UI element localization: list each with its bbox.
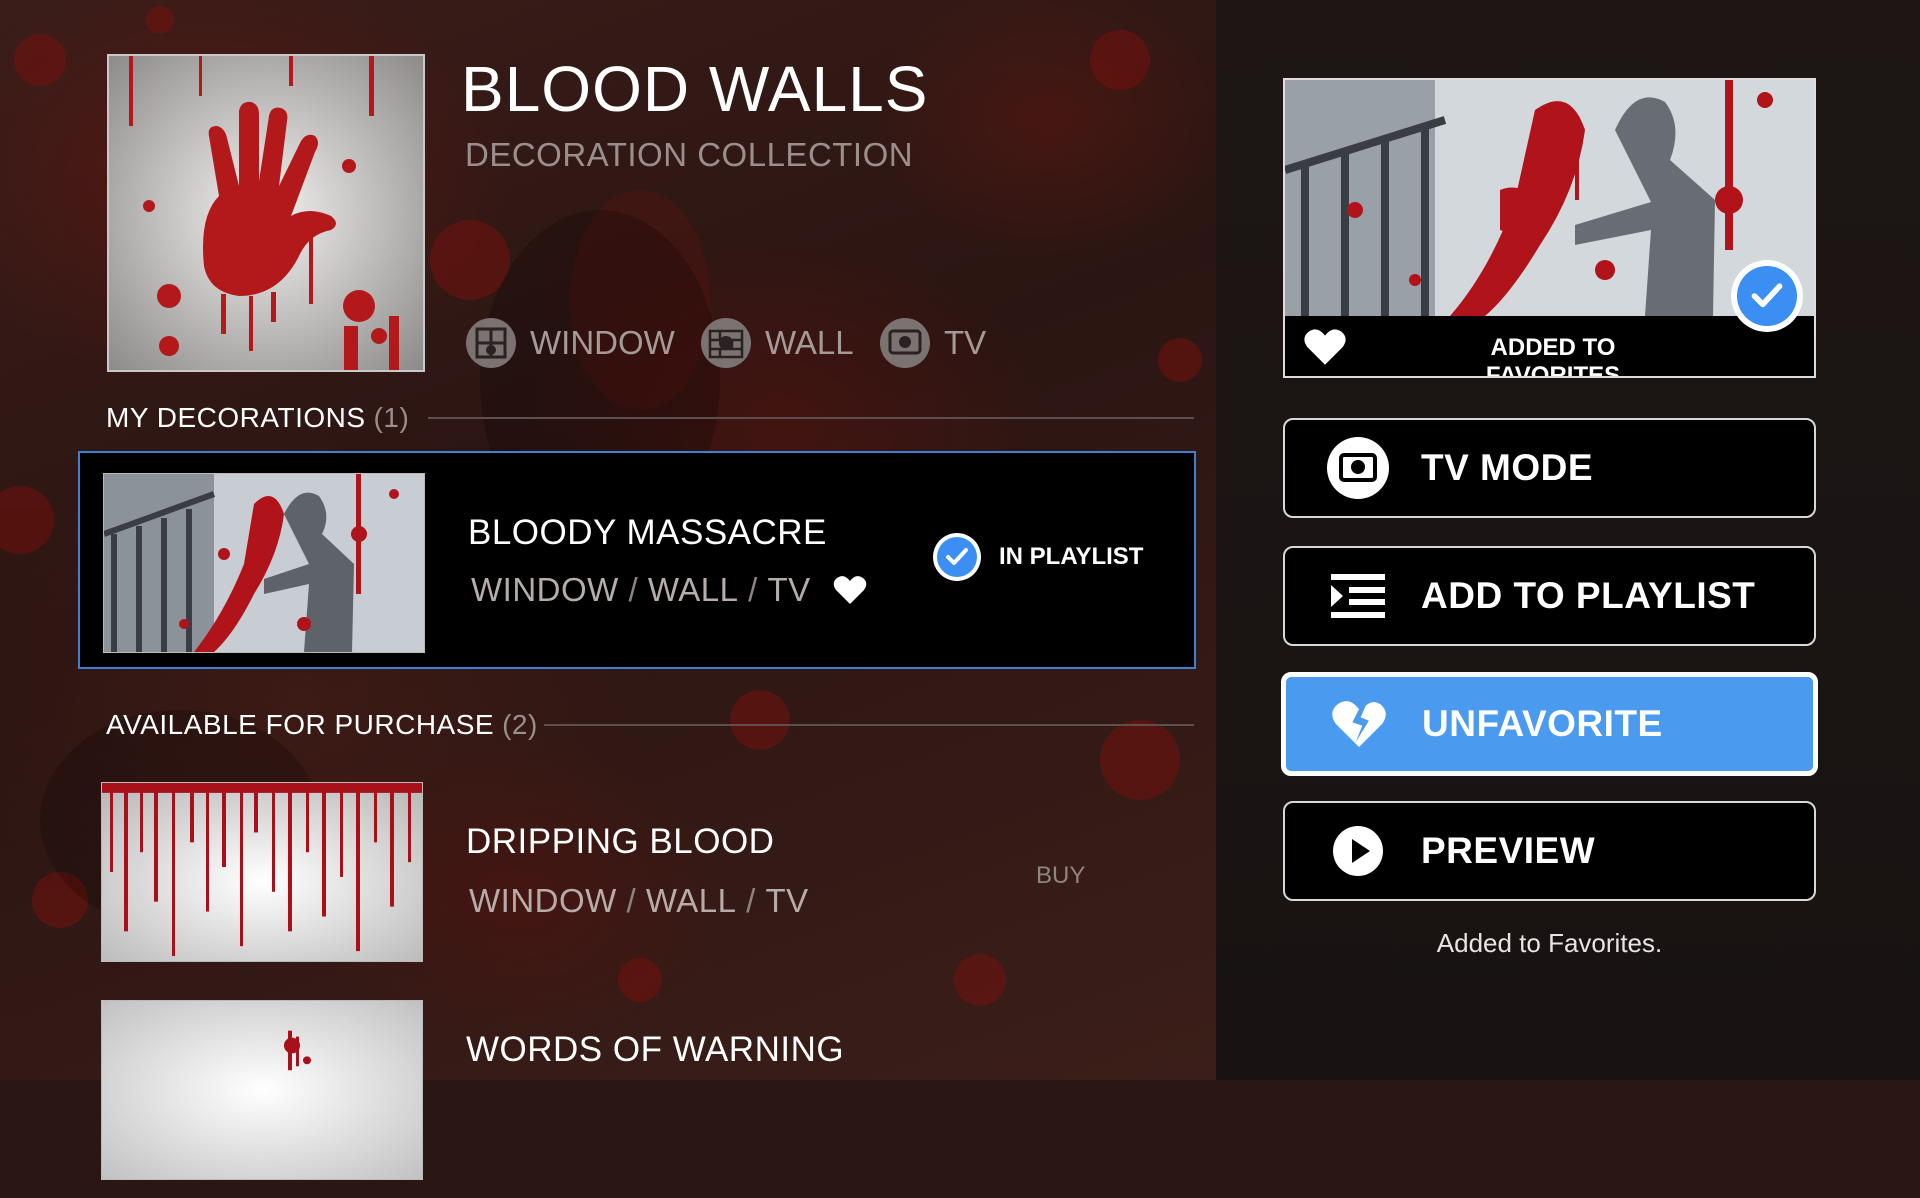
favorite-banner-label: ADDED TO FAVORITES <box>1485 334 1621 378</box>
mode-separator: / <box>616 882 646 919</box>
section-count: (1) <box>373 402 410 433</box>
mode-chip-label: WALL <box>765 324 854 361</box>
tv-mode-button[interactable]: TV MODE <box>1283 418 1816 518</box>
decoration-row-words-of-warning[interactable]: WORDS OF WARNING <box>78 980 1196 1198</box>
collection-title: BLOOD WALLS <box>461 53 929 125</box>
favorite-banner: ADDED TO FAVORITES <box>1285 260 1814 378</box>
collection-subtitle: DECORATION COLLECTION <box>465 136 914 173</box>
tv-icon <box>880 318 930 368</box>
button-label: TV MODE <box>1421 447 1594 488</box>
preview-button[interactable]: PREVIEW <box>1283 801 1816 901</box>
selected-decoration-preview-card[interactable]: ADDED TO FAVORITES <box>1283 78 1816 378</box>
heart-icon <box>1303 328 1347 371</box>
section-title: MY DECORATIONS <box>106 402 366 433</box>
decoration-modes: WINDOW / WALL / TV <box>469 882 809 920</box>
mode-label: TV <box>765 882 809 919</box>
divider <box>428 417 1194 419</box>
mode-label: WALL <box>645 882 737 919</box>
section-count: (2) <box>502 709 538 740</box>
mode-label: TV <box>767 571 811 608</box>
section-header-available: AVAILABLE FOR PURCHASE (2) <box>106 709 538 741</box>
decoration-name: DRIPPING BLOOD <box>466 822 775 861</box>
mode-chip-window: WINDOW <box>466 318 675 368</box>
decoration-modes: WINDOW / WALL / TV <box>471 571 867 609</box>
mode-separator: / <box>618 571 648 608</box>
mode-label: WINDOW <box>471 571 619 608</box>
mode-chip-label: TV <box>944 324 987 361</box>
section-title: AVAILABLE FOR PURCHASE <box>106 709 495 740</box>
mode-chip-wall: WALL <box>701 318 854 368</box>
window-icon <box>466 318 516 368</box>
mode-label: WALL <box>647 571 739 608</box>
button-label: PREVIEW <box>1421 830 1596 871</box>
section-header-my-decorations: MY DECORATIONS (1) <box>106 402 409 434</box>
mode-chip-tv: TV <box>880 318 986 368</box>
play-icon <box>1325 818 1391 884</box>
in-playlist-status: IN PLAYLIST <box>933 533 1143 581</box>
playlist-icon <box>1325 563 1391 629</box>
mode-separator: / <box>736 882 766 919</box>
decoration-thumbnail <box>101 782 423 962</box>
add-to-playlist-button[interactable]: ADD TO PLAYLIST <box>1283 546 1816 646</box>
unfavorite-button[interactable]: UNFAVORITE <box>1281 672 1818 776</box>
checkmark-icon <box>1731 260 1803 332</box>
decoration-name: WORDS OF WARNING <box>466 1030 845 1069</box>
divider <box>544 724 1194 726</box>
broken-heart-icon <box>1326 691 1392 757</box>
button-label: ADD TO PLAYLIST <box>1421 575 1756 616</box>
decoration-row-bloody-massacre[interactable]: BLOODY MASSACRE WINDOW / WALL / TV IN PL… <box>78 451 1196 669</box>
collection-cover-image <box>107 54 425 372</box>
checkmark-icon <box>933 533 981 581</box>
buy-button[interactable]: BUY <box>1036 862 1085 890</box>
decoration-name: BLOODY MASSACRE <box>468 513 827 552</box>
status-message: Added to Favorites. <box>1436 928 1663 958</box>
mode-chip-label: WINDOW <box>530 324 675 361</box>
button-label: UNFAVORITE <box>1422 703 1663 744</box>
status-label: IN PLAYLIST <box>999 543 1144 570</box>
wall-icon <box>701 318 751 368</box>
tv-icon <box>1325 435 1391 501</box>
mode-label: WINDOW <box>469 882 617 919</box>
mode-separator: / <box>738 571 768 608</box>
decoration-row-dripping-blood[interactable]: DRIPPING BLOOD WINDOW / WALL / TV <box>78 762 1196 980</box>
decoration-thumbnail <box>101 1000 423 1180</box>
decoration-thumbnail <box>103 473 425 653</box>
heart-icon <box>833 575 867 605</box>
